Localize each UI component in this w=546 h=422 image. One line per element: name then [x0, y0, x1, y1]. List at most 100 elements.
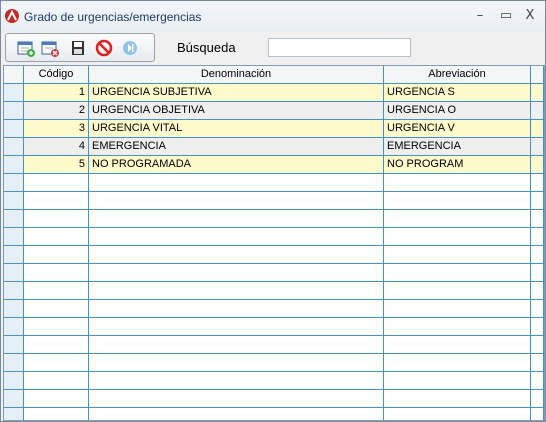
cell-codigo[interactable]	[24, 210, 89, 228]
cell-codigo[interactable]	[24, 318, 89, 336]
cell-abreviacion[interactable]	[384, 174, 531, 192]
empty-table-row[interactable]	[4, 336, 544, 354]
cell-denominacion[interactable]	[89, 318, 384, 336]
cell-abreviacion[interactable]	[384, 408, 531, 420]
row-selector[interactable]	[4, 300, 24, 318]
cell-denominacion[interactable]	[89, 264, 384, 282]
cell-codigo[interactable]: 5	[24, 156, 89, 174]
cell-codigo[interactable]	[24, 282, 89, 300]
row-selector[interactable]	[4, 354, 24, 372]
cell-denominacion[interactable]	[89, 390, 384, 408]
title-bar[interactable]: Grado de urgencias/emergencias – ▭ X	[1, 1, 545, 32]
cell-codigo[interactable]	[24, 300, 89, 318]
row-selector[interactable]	[4, 228, 24, 246]
row-selector[interactable]	[4, 210, 24, 228]
row-selector[interactable]	[4, 102, 24, 120]
cell-abreviacion[interactable]	[384, 264, 531, 282]
cell-denominacion[interactable]	[89, 228, 384, 246]
cell-abreviacion[interactable]	[384, 372, 531, 390]
cell-denominacion[interactable]: NO PROGRAMADA	[89, 156, 384, 174]
cell-abreviacion[interactable]	[384, 210, 531, 228]
table-row[interactable]: 1 URGENCIA SUBJETIVA URGENCIA S	[4, 84, 544, 102]
row-selector[interactable]	[4, 318, 24, 336]
cell-codigo[interactable]	[24, 264, 89, 282]
empty-table-row[interactable]	[4, 282, 544, 300]
cell-codigo[interactable]: 4	[24, 138, 89, 156]
cell-denominacion[interactable]	[89, 282, 384, 300]
cell-codigo[interactable]	[24, 390, 89, 408]
cell-codigo[interactable]	[24, 354, 89, 372]
cell-codigo[interactable]	[24, 192, 89, 210]
column-header-denominacion[interactable]: Denominación	[89, 66, 384, 84]
cell-codigo[interactable]: 1	[24, 84, 89, 102]
cell-denominacion[interactable]: URGENCIA OBJETIVA	[89, 102, 384, 120]
cell-denominacion[interactable]	[89, 300, 384, 318]
row-selector[interactable]	[4, 282, 24, 300]
save-icon[interactable]	[68, 38, 88, 58]
row-selector[interactable]	[4, 336, 24, 354]
row-selector[interactable]	[4, 372, 24, 390]
cell-denominacion[interactable]: EMERGENCIA	[89, 138, 384, 156]
row-selector[interactable]	[4, 156, 24, 174]
empty-table-row[interactable]	[4, 210, 544, 228]
cell-abreviacion[interactable]: URGENCIA S	[384, 84, 531, 102]
cell-abreviacion[interactable]	[384, 228, 531, 246]
cell-abreviacion[interactable]	[384, 336, 531, 354]
cell-denominacion[interactable]	[89, 372, 384, 390]
empty-table-row[interactable]	[4, 300, 544, 318]
column-header-abreviacion[interactable]: Abreviación	[384, 66, 531, 84]
cell-codigo[interactable]	[24, 336, 89, 354]
row-selector[interactable]	[4, 192, 24, 210]
empty-table-row[interactable]	[4, 318, 544, 336]
minimize-button[interactable]: –	[471, 7, 489, 25]
cell-denominacion[interactable]	[89, 210, 384, 228]
row-selector[interactable]	[4, 408, 24, 420]
cell-codigo[interactable]	[24, 246, 89, 264]
empty-table-row[interactable]	[4, 408, 544, 420]
table-row[interactable]: 4 EMERGENCIA EMERGENCIA	[4, 138, 544, 156]
empty-table-row[interactable]	[4, 264, 544, 282]
cell-abreviacion[interactable]	[384, 318, 531, 336]
cell-abreviacion[interactable]: EMERGENCIA	[384, 138, 531, 156]
cell-abreviacion[interactable]	[384, 246, 531, 264]
cell-abreviacion[interactable]	[384, 192, 531, 210]
cell-codigo[interactable]	[24, 372, 89, 390]
cell-denominacion[interactable]: URGENCIA VITAL	[89, 120, 384, 138]
cell-abreviacion[interactable]	[384, 390, 531, 408]
cell-abreviacion[interactable]: NO PROGRAM	[384, 156, 531, 174]
cell-denominacion[interactable]: URGENCIA SUBJETIVA	[89, 84, 384, 102]
empty-table-row[interactable]	[4, 192, 544, 210]
cell-codigo[interactable]	[24, 174, 89, 192]
empty-table-row[interactable]	[4, 390, 544, 408]
new-record-icon[interactable]	[16, 38, 36, 58]
maximize-button[interactable]: ▭	[497, 7, 515, 25]
empty-table-row[interactable]	[4, 174, 544, 192]
empty-table-row[interactable]	[4, 354, 544, 372]
cell-denominacion[interactable]	[89, 192, 384, 210]
table-row[interactable]: 5 NO PROGRAMADA NO PROGRAM	[4, 156, 544, 174]
row-selector[interactable]	[4, 138, 24, 156]
close-button[interactable]: X	[521, 7, 539, 25]
row-selector[interactable]	[4, 390, 24, 408]
row-selector[interactable]	[4, 264, 24, 282]
cell-codigo[interactable]	[24, 228, 89, 246]
search-input[interactable]	[268, 38, 411, 57]
exit-icon[interactable]	[120, 38, 140, 58]
cell-abreviacion[interactable]	[384, 354, 531, 372]
delete-record-icon[interactable]	[40, 38, 60, 58]
cancel-icon[interactable]	[94, 38, 114, 58]
row-selector[interactable]	[4, 120, 24, 138]
cell-denominacion[interactable]	[89, 336, 384, 354]
column-header-codigo[interactable]: Código	[24, 66, 89, 84]
cell-abreviacion[interactable]	[384, 282, 531, 300]
cell-denominacion[interactable]	[89, 354, 384, 372]
empty-table-row[interactable]	[4, 246, 544, 264]
cell-codigo[interactable]: 3	[24, 120, 89, 138]
cell-codigo[interactable]	[24, 408, 89, 420]
row-selector[interactable]	[4, 84, 24, 102]
cell-codigo[interactable]: 2	[24, 102, 89, 120]
cell-denominacion[interactable]	[89, 174, 384, 192]
cell-abreviacion[interactable]: URGENCIA O	[384, 102, 531, 120]
table-row[interactable]: 2 URGENCIA OBJETIVA URGENCIA O	[4, 102, 544, 120]
empty-table-row[interactable]	[4, 372, 544, 390]
